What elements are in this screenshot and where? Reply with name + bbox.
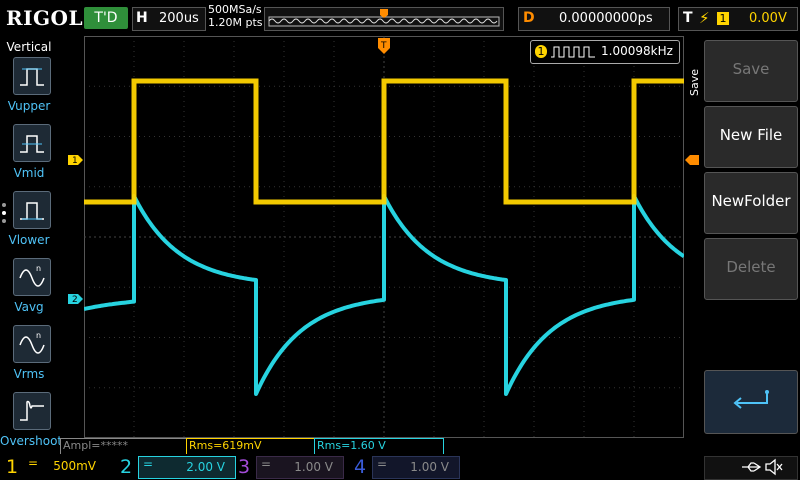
overshoot-icon <box>20 400 44 421</box>
measure-category-title: Vertical <box>6 40 52 54</box>
vavg-button[interactable]: n <box>13 258 51 296</box>
enter-icon <box>733 390 769 409</box>
vavg-label: Vavg <box>14 300 44 314</box>
svg-text:n: n <box>36 331 41 340</box>
channel-1-trace <box>84 78 684 205</box>
vavg-icon: n <box>19 264 45 287</box>
channel-3-scale[interactable]: = 1.00 V <box>256 456 344 479</box>
svg-text:T: T <box>380 41 387 51</box>
channel-1-offset-marker[interactable]: 1 <box>68 155 84 165</box>
menu-title: Save <box>688 68 701 96</box>
vmid-label: Vmid <box>13 166 45 180</box>
new-file-button[interactable]: New File <box>704 106 798 168</box>
vlower-button[interactable] <box>13 191 51 229</box>
channel-4-number: 4 <box>354 456 367 478</box>
waveform-display[interactable] <box>84 36 684 438</box>
save-button[interactable]: Save <box>704 40 798 102</box>
page-dot-active <box>2 211 6 215</box>
horizontal-delay[interactable]: D 0.00000000ps <box>518 7 670 31</box>
enter-button[interactable] <box>704 370 798 434</box>
sample-rate: 500MSa/s <box>208 3 262 16</box>
channel-1-scale[interactable]: = 500mV <box>24 456 106 477</box>
trigger-level-marker[interactable] <box>685 155 699 165</box>
frequency-channel: 1 <box>535 45 547 58</box>
frequency-counter: 1 1.00098kHz <box>530 40 680 64</box>
trigger-key: T <box>683 10 693 26</box>
trigger-position-marker[interactable]: T <box>378 38 390 54</box>
vrms-icon: n <box>19 331 45 354</box>
channel-2-waveform <box>84 194 684 396</box>
vlower-label: Vlower <box>8 233 50 247</box>
new-folder-button[interactable]: NewFolder <box>704 172 798 234</box>
memory-points: 1.20M pts <box>208 16 263 29</box>
svg-text:1: 1 <box>72 156 78 165</box>
speaker-mute-icon[interactable] <box>764 458 784 476</box>
delete-button[interactable]: Delete <box>704 238 798 300</box>
svg-text:2: 2 <box>72 295 78 304</box>
rising-edge-icon: ⚡ <box>699 9 710 27</box>
overshoot-label: Overshoot <box>0 434 63 448</box>
trigger-source: 1 <box>717 12 729 25</box>
page-dot <box>2 219 6 223</box>
vupper-button[interactable] <box>13 57 51 95</box>
vmid-button[interactable] <box>13 124 51 162</box>
page-dot <box>2 203 6 207</box>
memory-timeline-graphic <box>268 9 500 27</box>
channel-4-scale[interactable]: = 1.00 V <box>372 456 460 479</box>
trigger-setting[interactable]: T ⚡ 1 0.00V <box>678 7 798 31</box>
channel-3-number: 3 <box>238 456 251 478</box>
svg-text:n: n <box>36 264 41 273</box>
vupper-label: Vupper <box>7 99 51 113</box>
trigger-level: 0.00V <box>749 11 787 26</box>
vlower-icon <box>20 202 44 220</box>
channel-2-number: 2 <box>120 456 133 478</box>
channel-1-number: 1 <box>6 456 19 478</box>
delay-value: 0.00000000ps <box>559 11 653 26</box>
overshoot-button[interactable] <box>13 392 51 430</box>
usb-icon <box>742 462 762 472</box>
square-wave-icon <box>551 46 595 58</box>
channel-2-offset-marker[interactable]: 2 <box>68 294 84 304</box>
trigger-status-badge[interactable]: T'D <box>84 7 128 29</box>
vmid-icon <box>20 135 44 153</box>
vupper-icon <box>20 68 44 86</box>
frequency-value: 1.00098kHz <box>601 44 673 58</box>
channel-1-waveform <box>84 78 684 205</box>
vrms-label: Vrms <box>13 367 45 381</box>
brand-logo: RIGOL <box>6 6 84 30</box>
delay-key: D <box>523 10 535 26</box>
ampl-readout: Ampl=***** <box>60 438 188 455</box>
sample-info: 500MSa/s 1.20M pts <box>208 3 263 29</box>
rms-channel-1-readout: Rms=619mV <box>186 438 316 455</box>
rms-channel-2-readout: Rms=1.60 V <box>314 438 444 455</box>
horizontal-timebase[interactable]: H 200us <box>132 7 206 31</box>
timebase-value: 200us <box>159 11 199 26</box>
channel-2-scale[interactable]: = 2.00 V <box>138 456 236 479</box>
horizontal-key: H <box>136 10 148 26</box>
vrms-button[interactable]: n <box>13 325 51 363</box>
memory-timeline[interactable] <box>264 7 504 31</box>
channel-2-trace <box>84 194 684 396</box>
